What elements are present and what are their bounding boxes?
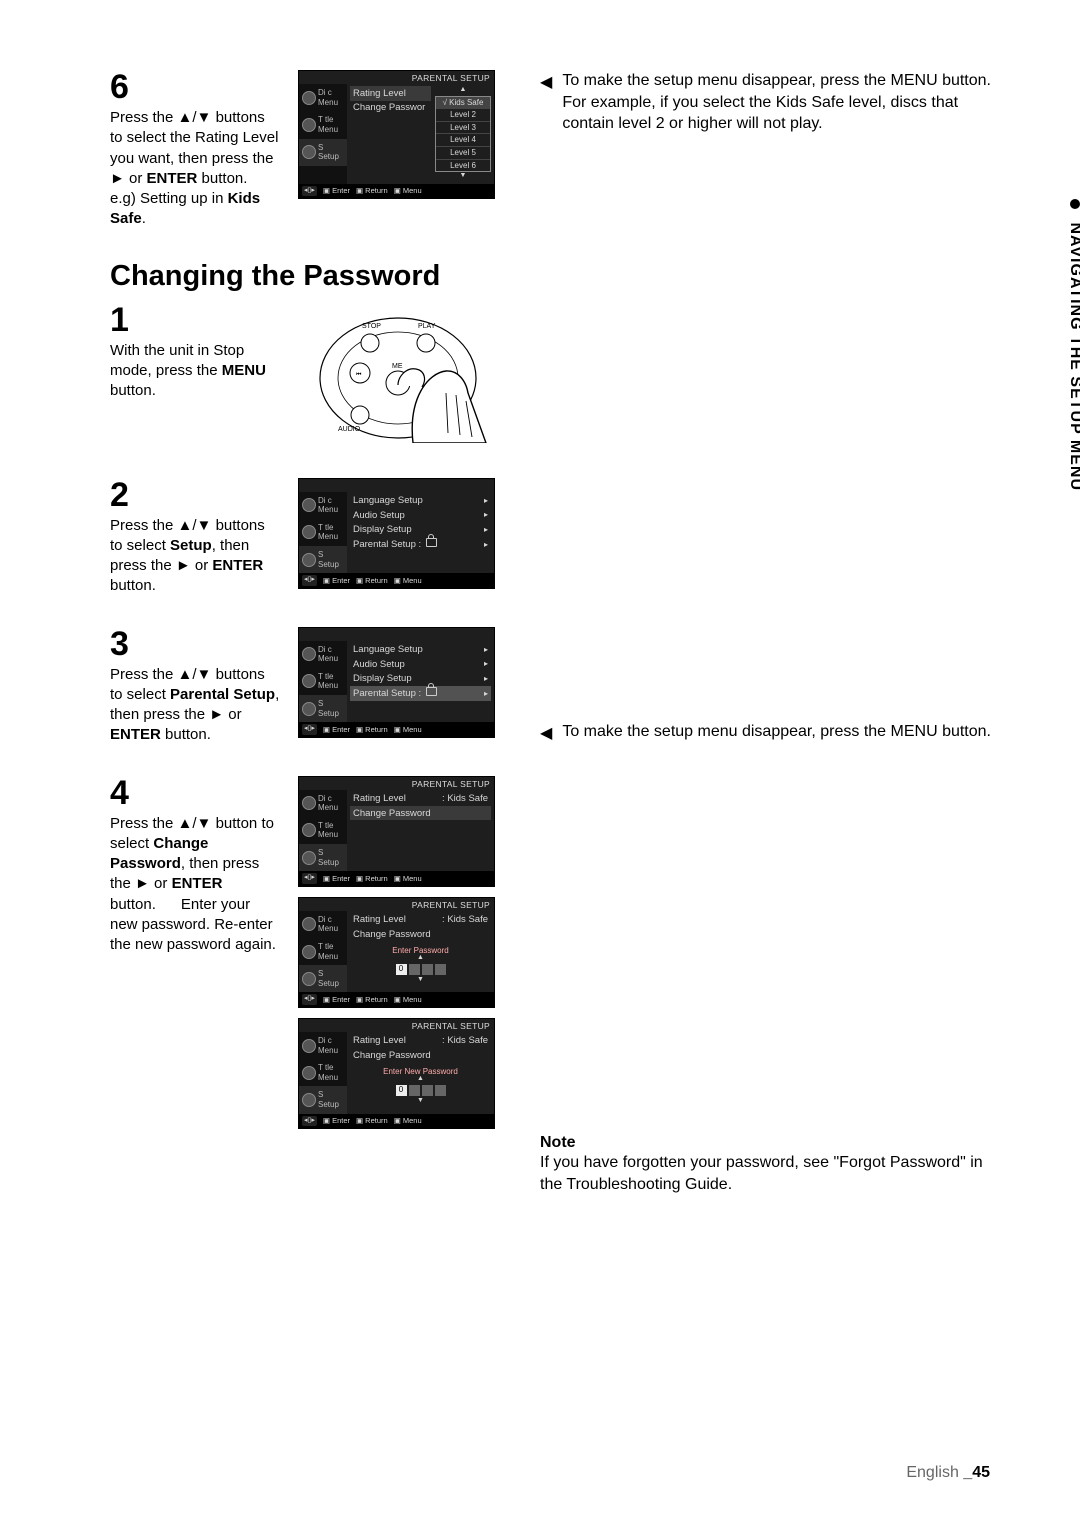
right-column: ◀ To make the setup menu disappear, pres… — [540, 70, 1000, 1196]
step2-number: 2 — [110, 478, 280, 512]
title-icon — [302, 118, 316, 132]
osd-step4a: PARENTAL SETUP Di c Menu T tle Menu S Se… — [298, 776, 495, 887]
nav-key-icon: ◂▯▸ — [302, 575, 317, 585]
disc-icon — [302, 498, 316, 512]
svg-text:⏮: ⏮ — [356, 372, 362, 378]
right-tip-mid: ◀ To make the setup menu disappear, pres… — [540, 721, 1000, 745]
step6-text: Press the ▲/▼ buttons to select the Rati… — [110, 108, 280, 230]
step6-number: 6 — [110, 70, 280, 104]
osd-step4b: PARENTAL SETUP Di c Menu T tle Menu S Se… — [298, 897, 495, 1008]
nav-key-icon: ◂▯▸ — [302, 994, 317, 1004]
page: NAVIGATING THE SETUP MENU 6 Press the ▲/… — [0, 0, 1080, 1527]
nav-key-icon: ◂▯▸ — [302, 724, 317, 734]
left-column: 6 Press the ▲/▼ buttons to select the Ra… — [110, 70, 500, 1196]
step2-text: Press the ▲/▼ buttons to select Setup, t… — [110, 516, 280, 597]
disc-icon — [302, 796, 316, 810]
osd-step4c: PARENTAL SETUP Di c Menu T tle Menu S Se… — [298, 1018, 495, 1129]
side-tab: NAVIGATING THE SETUP MENU — [1064, 195, 1080, 495]
step-3: 3 Press the ▲/▼ buttons to select Parent… — [110, 627, 500, 746]
bullet-icon — [1070, 199, 1080, 209]
setup-icon — [302, 553, 316, 567]
footer-page: _45 — [963, 1464, 990, 1481]
page-footer: English _45 — [906, 1464, 990, 1482]
right-tip-top: ◀ To make the setup menu disappear, pres… — [540, 70, 1000, 135]
disc-icon — [302, 917, 316, 931]
remote-illustration: STOP PLAY ⏮ ME AUDIO — [298, 303, 493, 443]
osd-title: PARENTAL SETUP — [299, 71, 494, 84]
osd-step2: Di c Menu T tle Menu S Setup Language Se… — [298, 478, 495, 589]
title-icon — [302, 945, 316, 959]
lock-icon — [426, 687, 437, 696]
osd-step6: PARENTAL SETUP Di c Menu T tle Menu S Se… — [298, 70, 495, 199]
nav-key-icon: ◂▯▸ — [302, 1116, 317, 1126]
setup-icon — [302, 145, 316, 159]
disc-icon — [302, 1039, 316, 1053]
note-block: Note If you have forgotten your password… — [540, 1134, 1000, 1195]
svg-text:AUDIO: AUDIO — [338, 426, 361, 433]
osd-step3: Di c Menu T tle Menu S Setup Language Se… — [298, 627, 495, 738]
note-body: If you have forgotten your password, see… — [540, 1152, 1000, 1195]
setup-icon — [302, 851, 316, 865]
nav-key-icon: ◂▯▸ — [302, 186, 317, 196]
nav-key-icon: ◂▯▸ — [302, 873, 317, 883]
side-tab-label: NAVIGATING THE SETUP MENU — [1067, 222, 1080, 491]
step4-number: 4 — [110, 776, 280, 810]
title-icon — [302, 525, 316, 539]
section-heading: Changing the Password — [110, 260, 500, 293]
svg-text:STOP: STOP — [362, 323, 381, 330]
setup-icon — [302, 1093, 316, 1107]
step3-number: 3 — [110, 627, 280, 661]
setup-icon — [302, 702, 316, 716]
step-6: 6 Press the ▲/▼ buttons to select the Ra… — [110, 70, 500, 230]
step-1: 1 With the unit in Stop mode, press the … — [110, 303, 500, 448]
step-2: 2 Press the ▲/▼ buttons to select Setup,… — [110, 478, 500, 597]
triangle-left-icon: ◀ — [540, 721, 552, 745]
disc-icon — [302, 91, 316, 105]
title-icon — [302, 674, 316, 688]
title-icon — [302, 1066, 316, 1080]
triangle-left-icon: ◀ — [540, 70, 552, 135]
disc-icon — [302, 647, 316, 661]
svg-text:ME: ME — [392, 363, 403, 370]
lock-icon — [426, 538, 437, 547]
step3-text: Press the ▲/▼ buttons to select Parental… — [110, 665, 280, 746]
step4-text: Press the ▲/▼ button to select Change Pa… — [110, 814, 280, 956]
setup-icon — [302, 972, 316, 986]
step-4: 4 Press the ▲/▼ button to select Change … — [110, 776, 500, 1129]
step1-text: With the unit in Stop mode, press the ME… — [110, 341, 280, 402]
svg-text:PLAY: PLAY — [418, 323, 436, 330]
footer-lang: English — [906, 1464, 958, 1481]
step1-number: 1 — [110, 303, 280, 337]
note-heading: Note — [540, 1134, 1000, 1152]
title-icon — [302, 823, 316, 837]
